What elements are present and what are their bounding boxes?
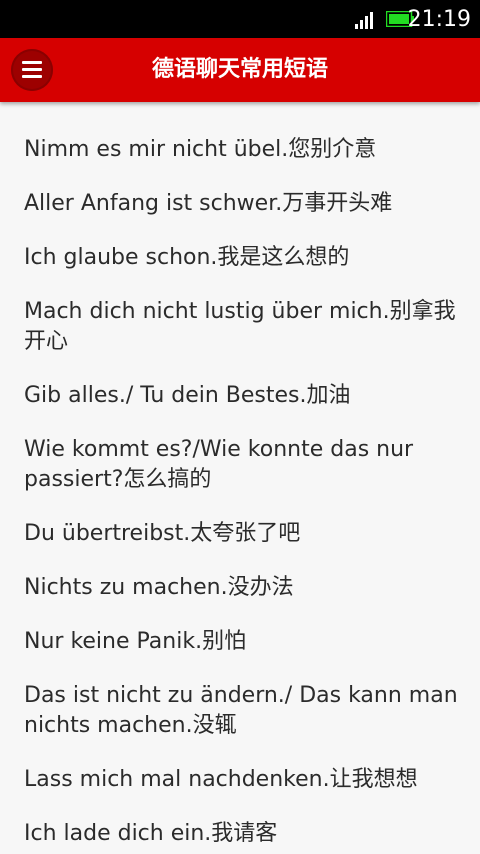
list-item-label: Mach dich nicht lustig über mich.别拿我开心 <box>24 299 456 354</box>
list-item[interactable]: Ich lade dich ein.我请客 <box>24 819 460 849</box>
list-item-label: Das ist nicht zu ändern./ Das kann man n… <box>24 683 458 738</box>
list-item[interactable]: Lass mich mal nachdenken.让我想想 <box>24 765 460 795</box>
status-bar: 21:19 <box>0 0 480 38</box>
list-item[interactable]: Du übertreibst.太夸张了吧 <box>24 519 460 549</box>
list-item-label: Gib alles./ Tu dein Bestes.加油 <box>24 383 351 408</box>
list-item[interactable]: Mach dich nicht lustig über mich.别拿我开心 <box>24 297 460 357</box>
list-item[interactable]: Aller Anfang ist schwer.万事开头难 <box>24 189 460 219</box>
list-item[interactable]: Nimm es mir nicht übel.您别介意 <box>24 102 460 104</box>
app-bar: 德语聊天常用短语 <box>0 38 480 102</box>
list-item-label: Ich glaube schon.我是这么想的 <box>24 245 350 270</box>
clock: 21:19 <box>407 7 471 32</box>
list-item[interactable]: Nimm es mir nicht übel.您别介意 <box>24 135 460 165</box>
list-item-label: Du übertreibst.太夸张了吧 <box>24 521 301 546</box>
list-item[interactable]: Wie kommt es?/Wie konnte das nur passier… <box>24 435 460 495</box>
list-item[interactable]: Nichts zu machen.没办法 <box>24 573 460 603</box>
list-item[interactable]: Das ist nicht zu ändern./ Das kann man n… <box>24 681 460 741</box>
signal-bars-icon <box>355 12 373 29</box>
app-title: 德语聊天常用短语 <box>151 57 328 82</box>
list-item-label: Nur keine Panik.别怕 <box>24 629 247 654</box>
list-item-label: Nimm es mir nicht übel.您别介意 <box>24 137 377 162</box>
phrase-list[interactable]: Nimm es mir nicht übel.您别介意 Nimm es mir … <box>0 102 480 854</box>
list-item-label: Aller Anfang ist schwer.万事开头难 <box>24 191 393 216</box>
list-item-label: Lass mich mal nachdenken.让我想想 <box>24 767 418 792</box>
list-item[interactable]: Ich glaube schon.我是这么想的 <box>24 243 460 273</box>
list-item-label: Wie kommt es?/Wie konnte das nur passier… <box>24 437 414 492</box>
list-item[interactable]: Nur keine Panik.别怕 <box>24 627 460 657</box>
list-item-label: Nichts zu machen.没办法 <box>24 575 294 600</box>
list-item[interactable]: Gib alles./ Tu dein Bestes.加油 <box>24 381 460 411</box>
list-item-label: Ich lade dich ein.我请客 <box>24 821 278 846</box>
